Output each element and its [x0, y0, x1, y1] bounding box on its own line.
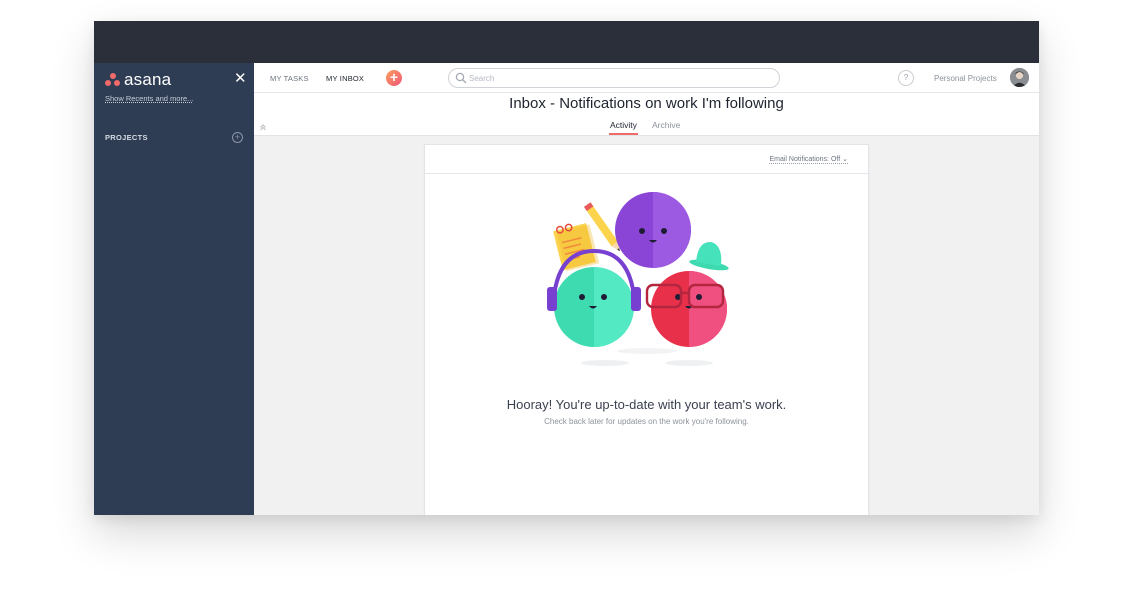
page-title: Inbox - Notifications on work I'm follow…: [509, 95, 784, 112]
tab-my-tasks[interactable]: MY TASKS: [270, 74, 309, 83]
add-project-icon[interactable]: +: [232, 132, 243, 143]
workspace-name[interactable]: Personal Projects: [934, 74, 997, 83]
tab-activity[interactable]: Activity: [609, 120, 638, 135]
search-input[interactable]: [469, 71, 769, 86]
email-notifications-label: Email Notifications: Off: [769, 156, 841, 163]
card-header: Email Notifications: Off ⌄: [425, 145, 868, 174]
search-icon: [455, 72, 467, 84]
add-task-icon[interactable]: +: [386, 70, 402, 86]
search-box[interactable]: [448, 68, 780, 88]
empty-state-subtitle: Check back later for updates on the work…: [544, 417, 749, 426]
brand-name: asana: [124, 70, 172, 89]
collapse-icon[interactable]: [259, 123, 267, 131]
empty-state-title: Hooray! You're up-to-date with your team…: [506, 397, 787, 412]
asana-logo-icon: [105, 73, 120, 87]
tab-archive[interactable]: Archive: [652, 120, 680, 130]
chevron-down-icon: ⌄: [842, 156, 848, 163]
tab-my-inbox[interactable]: MY INBOX: [326, 74, 364, 83]
projects-heading: PROJECTS: [105, 133, 148, 142]
asana-logo[interactable]: asana: [105, 70, 172, 89]
avatar[interactable]: [1010, 68, 1029, 87]
sidebar: asana ✕ Show Recents and more... PROJECT…: [94, 63, 254, 515]
top-bar: MY TASKS MY INBOX + ? Personal Projects: [254, 63, 1039, 93]
help-icon[interactable]: ?: [898, 70, 914, 86]
close-icon[interactable]: ✕: [234, 71, 247, 86]
show-recents-link[interactable]: Show Recents and more...: [105, 94, 193, 103]
app-window: asana ✕ Show Recents and more... PROJECT…: [94, 21, 1039, 515]
window-titlebar: [94, 21, 1039, 63]
email-notifications-dropdown[interactable]: Email Notifications: Off ⌄: [769, 155, 848, 164]
celebration-illustration: [547, 192, 729, 366]
inbox-header: Inbox - Notifications on work I'm follow…: [254, 93, 1039, 136]
inbox-card: Email Notifications: Off ⌄ Hooray! You'r…: [425, 145, 868, 515]
